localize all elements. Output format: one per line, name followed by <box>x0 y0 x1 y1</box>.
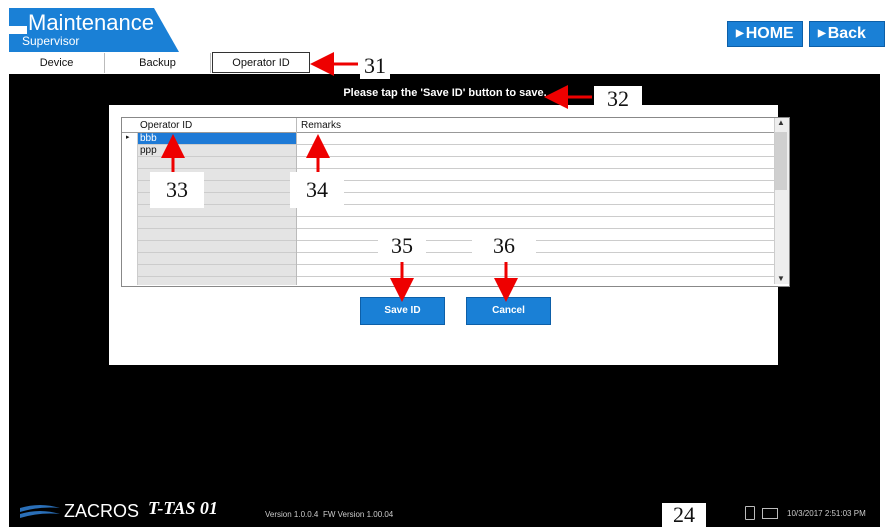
instruction-text: Please tap the 'Save ID' button to save. <box>343 87 547 99</box>
home-button[interactable]: ▶ HOME <box>727 21 803 47</box>
save-id-button[interactable]: Save ID <box>360 297 445 325</box>
callout-24: 24 <box>662 503 706 527</box>
scroll-up-icon[interactable]: ▲ <box>777 118 785 127</box>
row-pointer-icon: ▸ <box>126 134 130 141</box>
software-version: Version 1.0.0.4 <box>265 510 319 519</box>
datetime: 10/3/2017 2:51:03 PM <box>787 509 866 518</box>
firmware-version: FW Version 1.00.04 <box>323 510 394 519</box>
row-header-column <box>122 133 138 285</box>
column-header-operator-id[interactable]: Operator ID <box>140 120 192 131</box>
page-subtitle: Supervisor <box>22 34 80 48</box>
cell-operator-id[interactable]: ppp <box>140 145 157 156</box>
callout-31: 31 <box>360 53 390 79</box>
operator-grid[interactable]: Operator ID Remarks ▸ bbb ppp <box>121 117 790 287</box>
brand-name: ZACROS <box>64 501 140 521</box>
brand-bar <box>9 26 27 34</box>
callout-34: 34 <box>290 172 344 208</box>
cell-operator-id[interactable]: bbb <box>140 133 157 144</box>
product-logo: T-TAS 01 <box>148 498 218 518</box>
page-title: Maintenance <box>28 10 154 35</box>
arrow-right-icon: ▶ <box>736 28 744 39</box>
arrow-right-icon: ▶ <box>818 28 826 39</box>
back-label: Back <box>827 25 866 42</box>
column-header-remarks[interactable]: Remarks <box>301 120 341 131</box>
selected-row[interactable] <box>138 133 296 144</box>
tab-label: Backup <box>139 57 176 69</box>
back-button[interactable]: ▶ Back <box>809 21 885 47</box>
callout-32: 32 <box>594 86 642 116</box>
callout-35: 35 <box>378 230 426 262</box>
keyboard-icon[interactable] <box>762 508 778 519</box>
callout-36: 36 <box>472 230 536 262</box>
tab-label: Device <box>39 57 74 69</box>
scrollbar-thumb[interactable] <box>775 132 787 190</box>
callout-33: 33 <box>150 172 204 208</box>
zacros-logo-icon <box>20 505 60 518</box>
scroll-down-icon[interactable]: ▼ <box>777 274 785 283</box>
tab-operator-id[interactable]: Operator ID <box>212 52 310 73</box>
usb-icon <box>745 506 755 520</box>
cancel-button[interactable]: Cancel <box>466 297 551 325</box>
home-label: HOME <box>745 25 794 42</box>
tab-backup[interactable]: Backup <box>105 53 211 73</box>
tab-label: Operator ID <box>232 57 290 69</box>
tab-device[interactable]: Device <box>9 53 105 73</box>
